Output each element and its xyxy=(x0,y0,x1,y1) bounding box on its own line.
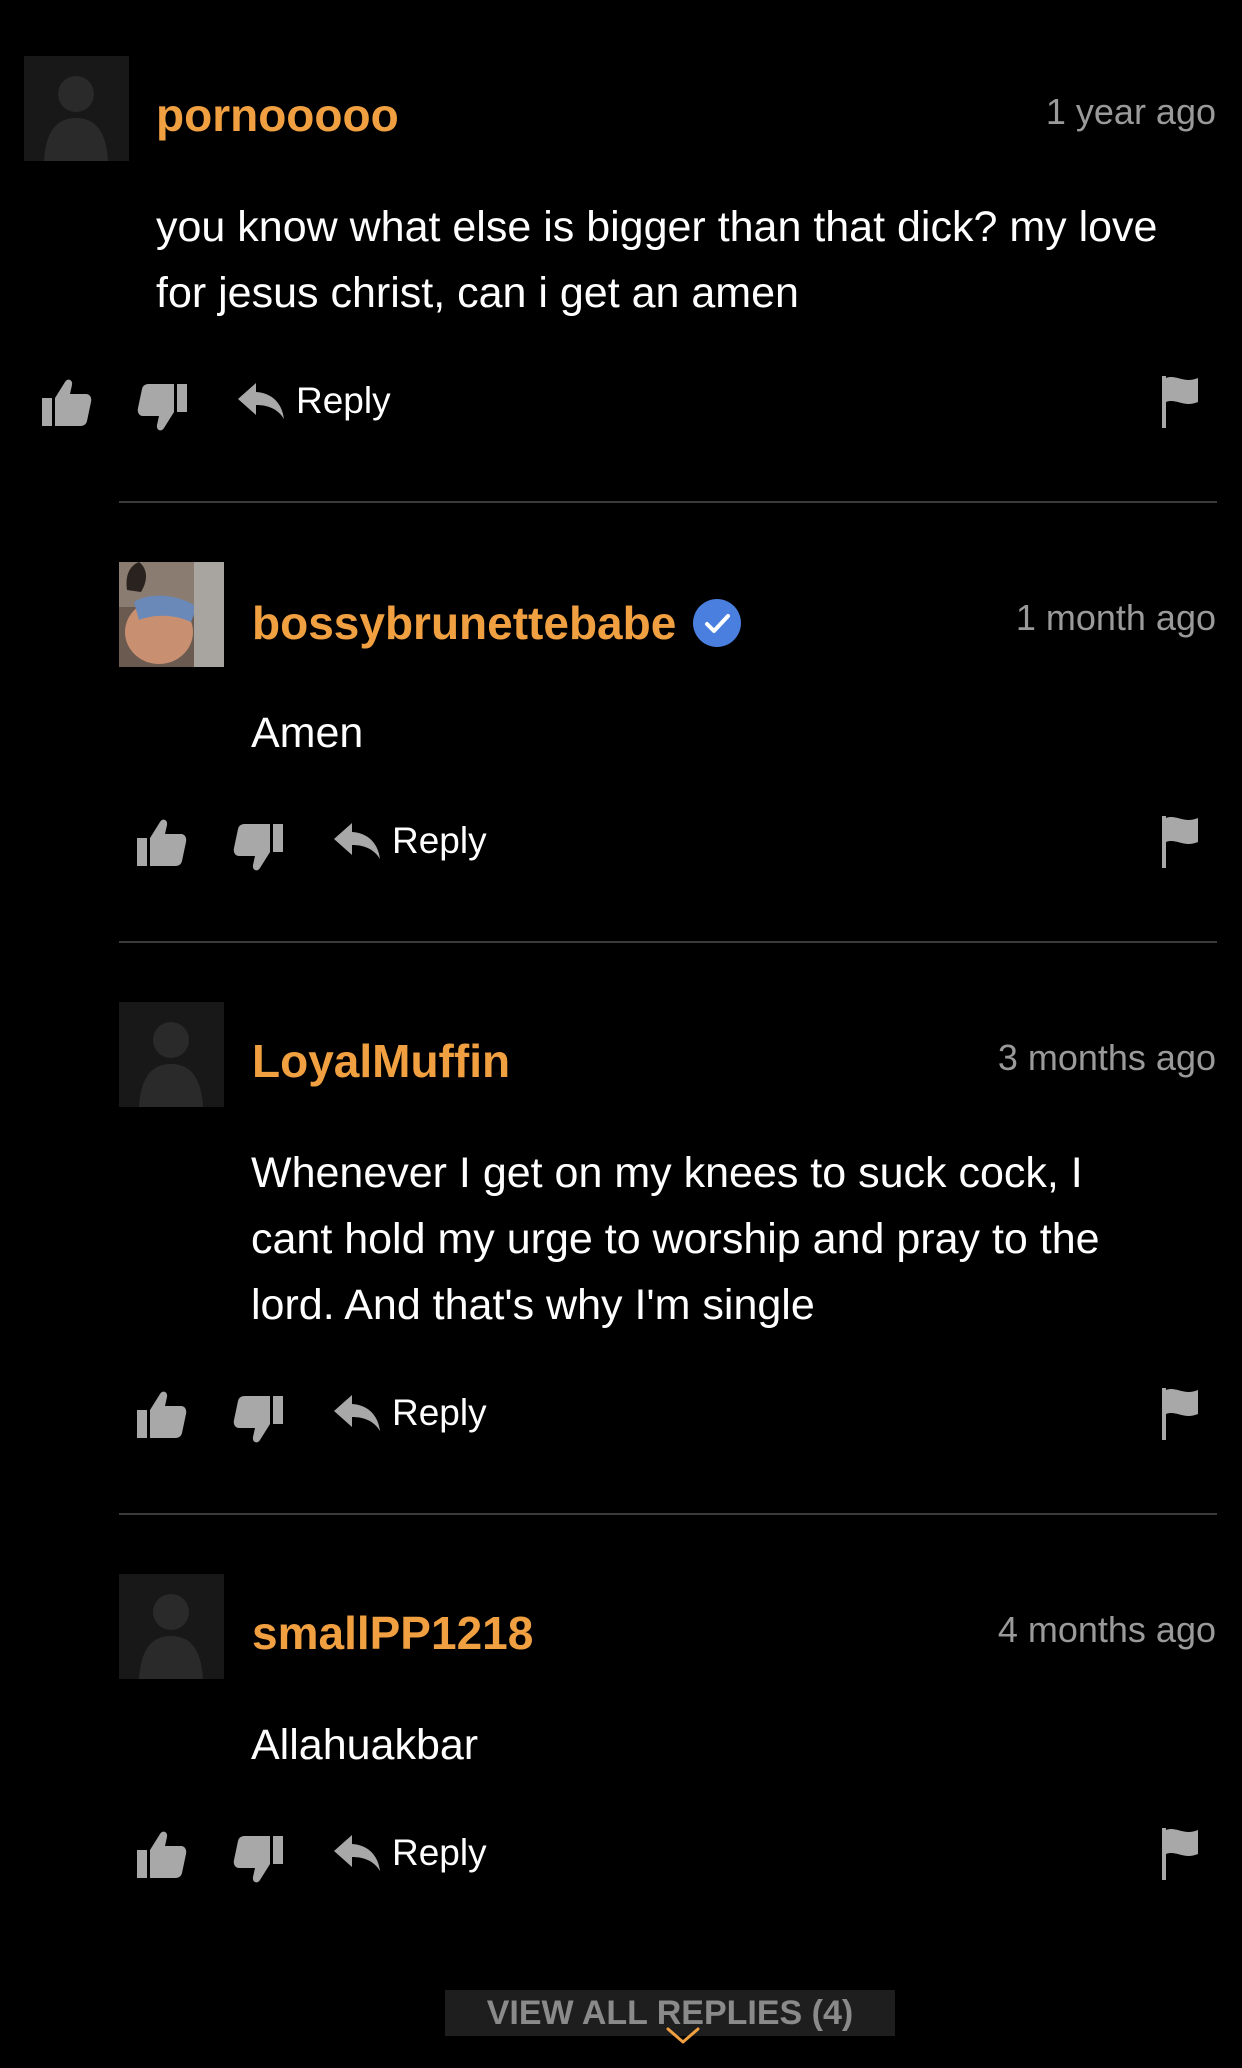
comment-username[interactable]: smallPP1218 xyxy=(252,1610,533,1656)
comment-timestamp: 1 month ago xyxy=(1015,597,1216,638)
comment-body-line: Amen xyxy=(251,709,364,757)
user-avatar[interactable] xyxy=(119,1002,224,1107)
reply-button[interactable]: Reply xyxy=(332,1392,487,1434)
flag-icon xyxy=(1162,1828,1198,1880)
comment-body-line: you know what else is bigger than that d… xyxy=(156,203,1158,251)
report-flag-button[interactable] xyxy=(1160,374,1200,430)
reply-label: Reply xyxy=(296,380,391,421)
user-avatar[interactable] xyxy=(119,562,224,667)
comment-body-line: Whenever I get on my knees to suck cock,… xyxy=(251,1149,1083,1197)
dislike-button[interactable] xyxy=(137,382,189,434)
divider xyxy=(119,1513,1217,1515)
thumbs-down-icon xyxy=(137,384,187,431)
dislike-button[interactable] xyxy=(233,1834,285,1886)
reply-button[interactable]: Reply xyxy=(332,1832,487,1874)
report-flag-button[interactable] xyxy=(1160,1386,1200,1442)
reply-label: Reply xyxy=(392,820,487,861)
divider xyxy=(119,941,1217,943)
like-button[interactable] xyxy=(135,1828,187,1880)
comment-body: you know what else is bigger than that d… xyxy=(156,194,1157,326)
thumbs-up-icon xyxy=(137,1831,187,1878)
reply-arrow-icon xyxy=(334,1395,380,1431)
username-text[interactable]: bossybrunettebabe xyxy=(252,600,676,646)
comment-body-line: for jesus christ, can i get an amen xyxy=(156,269,799,317)
like-button[interactable] xyxy=(135,1388,187,1440)
reply-button[interactable]: Reply xyxy=(236,380,391,422)
dislike-button[interactable] xyxy=(233,822,285,874)
comment-body: Whenever I get on my knees to suck cock,… xyxy=(251,1140,1100,1338)
comment-username[interactable]: LoyalMuffin xyxy=(252,1038,510,1084)
reply-arrow-icon xyxy=(334,1835,380,1871)
flag-icon xyxy=(1162,1388,1198,1440)
user-avatar[interactable] xyxy=(119,1574,224,1679)
user-avatar[interactable] xyxy=(24,56,129,161)
thumbs-up-icon xyxy=(137,1391,187,1438)
reply-arrow-icon xyxy=(238,383,284,419)
comment-body: Allahuakbar xyxy=(251,1712,478,1778)
divider xyxy=(119,501,1217,503)
flag-icon xyxy=(1162,816,1198,868)
comment-body-line: Allahuakbar xyxy=(251,1721,479,1769)
reply-label: Reply xyxy=(392,1832,487,1873)
reply-button[interactable]: Reply xyxy=(332,820,487,862)
thumbs-down-icon xyxy=(233,824,283,871)
like-button[interactable] xyxy=(135,816,187,868)
report-flag-button[interactable] xyxy=(1160,1826,1200,1882)
verified-check-icon xyxy=(692,598,742,648)
flag-icon xyxy=(1162,376,1198,428)
reply-arrow-icon xyxy=(334,823,380,859)
comment-body: Amen xyxy=(251,700,363,766)
comment-username[interactable]: bossybrunettebabe xyxy=(252,598,742,648)
comment-timestamp: 4 months ago xyxy=(997,1609,1216,1650)
chevron-down-icon xyxy=(665,2026,701,2046)
reply-label: Reply xyxy=(392,1392,487,1433)
thumbs-down-icon xyxy=(233,1836,283,1883)
thumbs-up-icon xyxy=(137,819,187,866)
comment-timestamp: 1 year ago xyxy=(1045,91,1216,132)
comment-timestamp: 3 months ago xyxy=(997,1037,1216,1078)
thumbs-up-icon xyxy=(42,379,92,426)
comment-body-line: cant hold my urge to worship and pray to… xyxy=(251,1215,1100,1263)
comment-username[interactable]: pornooooo xyxy=(156,92,399,138)
thumbs-down-icon xyxy=(233,1396,283,1443)
report-flag-button[interactable] xyxy=(1160,814,1200,870)
dislike-button[interactable] xyxy=(233,1394,285,1446)
like-button[interactable] xyxy=(40,376,92,428)
comment-body-line: lord. And that's why I'm single xyxy=(251,1281,815,1329)
